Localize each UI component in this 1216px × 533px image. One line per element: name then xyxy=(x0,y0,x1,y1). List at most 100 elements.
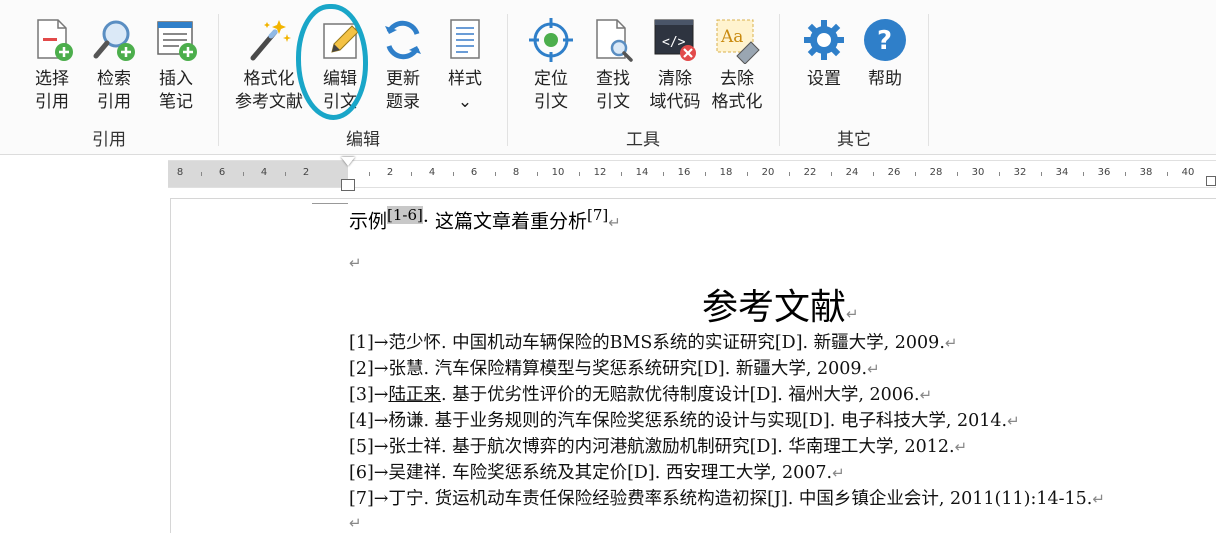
body-text: · 这篇文章着重分析 xyxy=(422,210,587,233)
reference-list: [1]→范少怀. 中国机动车辆保险的BMS系统的实证研究[D]. 新疆大学, 2… xyxy=(349,330,1105,512)
citation-field[interactable]: [1-6] xyxy=(387,206,423,224)
ruler-minor-tick xyxy=(915,172,916,176)
search-citation-button[interactable]: 检索 引用 xyxy=(82,12,146,122)
page-corner-mark xyxy=(312,203,348,204)
ruler-tick: 4 xyxy=(428,167,436,178)
ref-detail: . 中国机动车辆保险的BMS系统的实证研究[D]. 新疆大学, 2009. xyxy=(440,333,945,353)
magnifier-add-icon xyxy=(93,20,135,61)
format-bibliography-label: 格式化 参考文献 xyxy=(235,69,303,112)
ruler-minor-tick xyxy=(1041,172,1042,176)
reference-item[interactable]: [3]→陆正来. 基于优劣性评价的无赔款优待制度设计[D]. 福州大学, 200… xyxy=(349,382,1105,408)
horizontal-ruler[interactable]: 8 6 4 2 2 4 6 8 10 12 14 16 18 20 22 24 … xyxy=(168,160,1216,188)
body-paragraph[interactable]: 示例[1-6]· 这篇文章着重分析[7]↵ xyxy=(349,206,621,233)
left-indent-marker[interactable] xyxy=(341,179,355,191)
ruler-tick: 26 xyxy=(887,167,901,178)
ribbon-group-tools: 定位 引文 查找 引文 </> 清除 域代码 Aa 去除 格式化 工具 xyxy=(508,0,778,154)
edit-citation-button[interactable]: 编辑 引文 xyxy=(308,12,372,122)
reference-item[interactable]: [4]→杨谦. 基于业务规则的汽车保险奖惩系统的设计与实现[D]. 电子科技大学… xyxy=(349,408,1105,434)
ref-detail: . 货运机动车责任保险经验费率系统构造初探[J]. 中国乡镇企业会计, 2011… xyxy=(423,489,1093,509)
ruler-tick: 32 xyxy=(1013,167,1027,178)
citation-field[interactable]: [7] xyxy=(587,206,608,224)
reference-item[interactable]: [5]→张士祥. 基于航次博弈的内河港航激励机制研究[D]. 华南理工大学, 2… xyxy=(349,434,1105,460)
ruler-minor-tick xyxy=(537,172,538,176)
ref-author: 陆正来 xyxy=(388,385,441,405)
reference-item[interactable]: [1]→范少怀. 中国机动车辆保险的BMS系统的实证研究[D]. 新疆大学, 2… xyxy=(349,330,1105,356)
ruler-tick: 14 xyxy=(635,167,649,178)
group-label-other: 其它 xyxy=(837,130,871,150)
ruler-minor-tick xyxy=(1125,172,1126,176)
group-label-tools: 工具 xyxy=(626,130,660,150)
first-line-indent-marker[interactable] xyxy=(341,157,355,166)
clear-field-code-button[interactable]: </> 清除 域代码 xyxy=(643,12,707,122)
ruler-minor-tick xyxy=(1083,172,1084,176)
reference-item[interactable]: [6]→吴建祥. 车险奖惩系统及其定价[D]. 西安理工大学, 2007.↵ xyxy=(349,460,1105,486)
ruler-minor-tick xyxy=(789,172,790,176)
help-question-icon: ? xyxy=(864,19,906,61)
help-label: 帮助 xyxy=(868,69,902,89)
select-citation-button[interactable]: 选择 引用 xyxy=(20,12,84,122)
ref-author: 范少怀 xyxy=(388,333,441,353)
ruler-tick: 36 xyxy=(1097,167,1111,178)
update-records-button[interactable]: 更新 题录 xyxy=(371,12,435,122)
style-document-icon xyxy=(450,19,480,59)
bibliography-heading[interactable]: 参考文献↵ xyxy=(702,278,859,330)
ruler-tick: 40 xyxy=(1181,167,1195,178)
ruler-tick: 24 xyxy=(845,167,859,178)
reference-item[interactable]: [2]→张慧. 汽车保险精算模型与奖惩系统研究[D]. 新疆大学, 2009.↵ xyxy=(349,356,1105,382)
settings-button[interactable]: 设置 xyxy=(792,12,856,122)
ribbon-group-other: 设置 ? 帮助 其它 xyxy=(780,0,928,154)
ref-author: 张士祥 xyxy=(388,437,441,457)
paragraph-mark: ↵ xyxy=(832,464,845,482)
ruler-minor-tick xyxy=(1167,172,1168,176)
ref-number: [4]→ xyxy=(349,411,389,431)
style-dropdown-label: 样式 ⌄ xyxy=(448,69,482,112)
ruler-tick: 12 xyxy=(593,167,607,178)
ref-detail: . 汽车保险精算模型与奖惩系统研究[D]. 新疆大学, 2009. xyxy=(423,359,868,379)
find-citation-button[interactable]: 查找 引文 xyxy=(581,12,645,122)
ruler-tick: 22 xyxy=(803,167,817,178)
paragraph-mark: ↵ xyxy=(608,213,621,232)
locate-citation-button[interactable]: 定位 引文 xyxy=(519,12,583,122)
gear-icon xyxy=(804,20,844,60)
ruler-tick: 34 xyxy=(1055,167,1069,178)
group-label-citation: 引用 xyxy=(92,130,126,150)
help-button[interactable]: ? 帮助 xyxy=(853,12,917,122)
ruler-minor-tick xyxy=(285,172,286,176)
magic-wand-icon xyxy=(250,20,291,61)
right-indent-marker[interactable] xyxy=(1206,176,1216,186)
ribbon-toolbar: 选择 引用 检索 引用 插入 笔记 引用 格式化 参考文献 编辑 引文 更新 题… xyxy=(0,0,1216,155)
ruler-minor-tick xyxy=(747,172,748,176)
remove-formatting-button[interactable]: Aa 去除 格式化 xyxy=(705,12,769,122)
group-divider xyxy=(928,14,929,146)
ruler-tick: 18 xyxy=(719,167,733,178)
ruler-tick: 6 xyxy=(218,167,226,178)
format-bibliography-button[interactable]: 格式化 参考文献 xyxy=(235,12,303,122)
ref-author: 张慧 xyxy=(388,359,424,379)
ref-number: [3]→ xyxy=(349,385,389,405)
refresh-icon xyxy=(385,20,421,60)
ruler-tick: 2 xyxy=(386,167,394,178)
ruler-minor-tick xyxy=(411,172,412,176)
reference-item[interactable]: [7]→丁宁. 货运机动车责任保险经验费率系统构造初探[J]. 中国乡镇企业会计… xyxy=(349,486,1105,512)
style-dropdown-button[interactable]: 样式 ⌄ xyxy=(433,12,497,122)
ref-number: [7]→ xyxy=(349,489,389,509)
paragraph-mark: ↵ xyxy=(1007,412,1020,430)
ruler-tick: 6 xyxy=(470,167,478,178)
target-icon xyxy=(529,18,573,62)
ruler-tick: 2 xyxy=(302,167,310,178)
document-search-icon xyxy=(596,19,633,62)
eraser-format-icon: Aa xyxy=(716,19,760,64)
ruler-tick: 4 xyxy=(260,167,268,178)
paragraph-mark: ↵ xyxy=(954,438,968,456)
document-add-icon xyxy=(37,19,73,61)
paragraph-mark: ↵ xyxy=(944,334,958,352)
ref-detail: . 车险奖惩系统及其定价[D]. 西安理工大学, 2007. xyxy=(440,463,833,483)
ruler-minor-tick xyxy=(831,172,832,176)
ruler-minor-tick xyxy=(369,172,370,176)
body-text: 示例 xyxy=(349,210,388,233)
ruler-minor-tick xyxy=(873,172,874,176)
ruler-minor-tick xyxy=(579,172,580,176)
insert-note-button[interactable]: 插入 笔记 xyxy=(144,12,208,122)
code-clear-icon: </> xyxy=(654,19,696,61)
paragraph-mark: ↵ xyxy=(846,305,859,323)
